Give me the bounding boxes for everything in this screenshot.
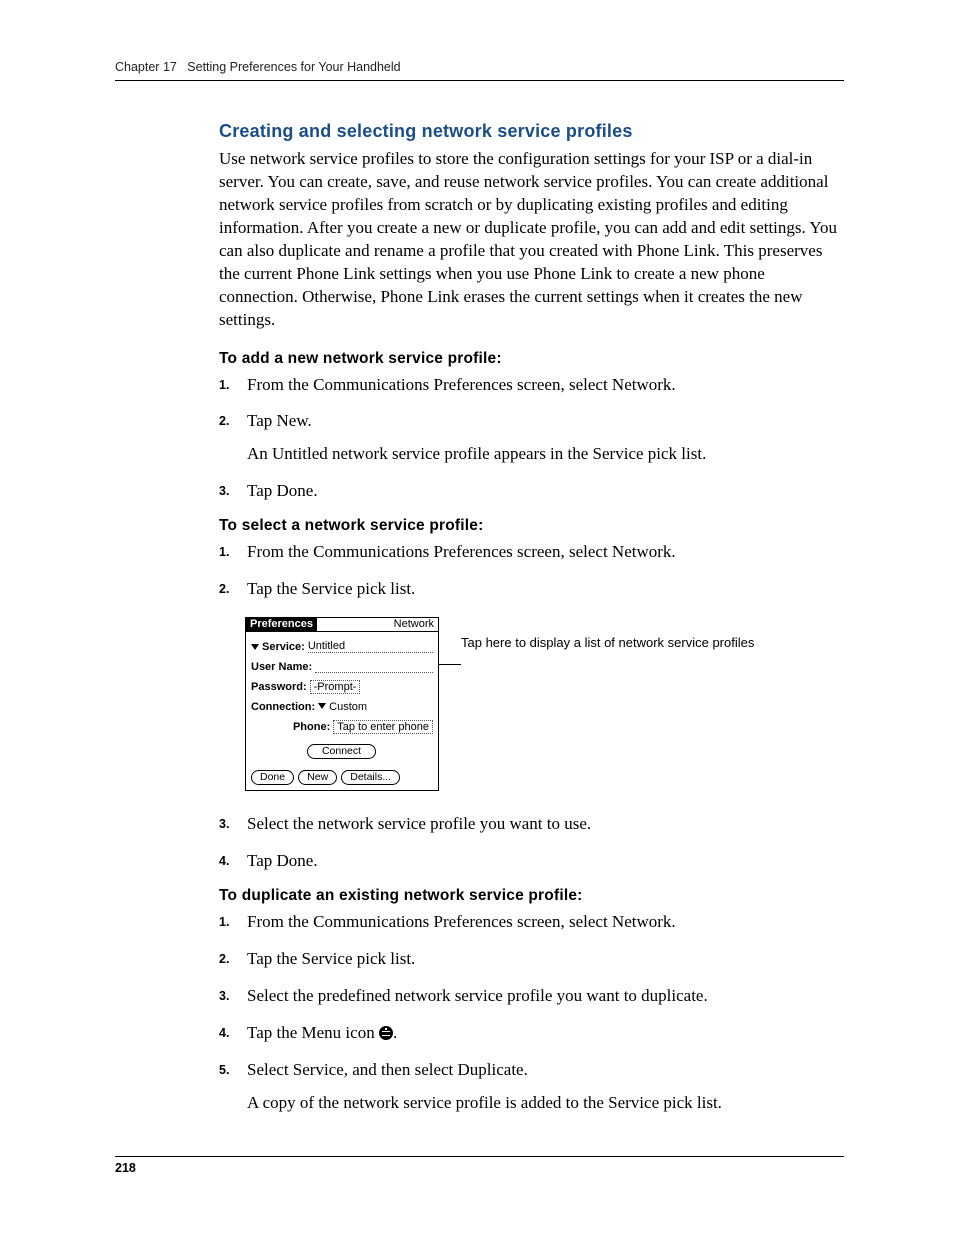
- phone-field[interactable]: Tap to enter phone: [333, 720, 433, 734]
- step-text: From the Communications Preferences scre…: [247, 911, 844, 934]
- step-text: Tap New.: [247, 410, 844, 433]
- proc-add-steps: From the Communications Preferences scre…: [219, 374, 844, 504]
- chapter-label: Chapter 17: [115, 60, 177, 74]
- step-text: Tap Done.: [247, 480, 844, 503]
- dropdown-icon[interactable]: [251, 644, 259, 650]
- callout-line: [439, 664, 461, 665]
- menu-icon: [379, 1026, 393, 1040]
- password-label: Password:: [251, 682, 307, 693]
- step-text: Tap Done.: [247, 850, 844, 873]
- running-header: Chapter 17 Setting Preferences for Your …: [115, 60, 844, 80]
- connect-button[interactable]: Connect: [307, 744, 376, 759]
- palm-screenshot: Preferences Network Service: Untitled Us…: [245, 617, 439, 791]
- step-subtext: An Untitled network service profile appe…: [247, 443, 844, 466]
- proc-add-heading: To add a new network service profile:: [219, 350, 844, 368]
- proc-select-steps: From the Communications Preferences scre…: [219, 541, 844, 601]
- step-text: Select the predefined network service pr…: [247, 985, 844, 1008]
- section-intro: Use network service profiles to store th…: [219, 148, 844, 332]
- header-rule: [115, 80, 844, 81]
- step-text: Tap the Service pick list.: [247, 578, 844, 601]
- step-text: From the Communications Preferences scre…: [247, 541, 844, 564]
- step-subtext: A copy of the network service profile is…: [247, 1092, 844, 1115]
- step-text: Tap the Service pick list.: [247, 948, 844, 971]
- screenshot-row: Preferences Network Service: Untitled Us…: [245, 617, 844, 791]
- proc-dup-heading: To duplicate an existing network service…: [219, 887, 844, 905]
- step-text: From the Communications Preferences scre…: [247, 374, 844, 397]
- step-text: Tap the Menu icon .: [247, 1022, 844, 1045]
- service-label: Service:: [262, 642, 305, 653]
- service-value[interactable]: Untitled: [308, 640, 345, 652]
- proc-select-steps-b: Select the network service profile you w…: [219, 813, 844, 873]
- callout-text: Tap here to display a list of network se…: [461, 635, 754, 652]
- dropdown-icon[interactable]: [318, 703, 326, 709]
- palm-title-right[interactable]: Network: [390, 618, 438, 632]
- username-label: User Name:: [251, 662, 312, 673]
- details-button[interactable]: Details...: [341, 770, 400, 785]
- section-heading: Creating and selecting network service p…: [219, 121, 844, 142]
- done-button[interactable]: Done: [251, 770, 294, 785]
- connection-value[interactable]: Custom: [329, 701, 367, 713]
- proc-select-heading: To select a network service profile:: [219, 517, 844, 535]
- username-field[interactable]: [315, 661, 433, 673]
- new-button[interactable]: New: [298, 770, 337, 785]
- page-number: 218: [115, 1156, 844, 1175]
- phone-label: Phone:: [293, 722, 330, 733]
- chapter-title: Setting Preferences for Your Handheld: [187, 60, 400, 74]
- password-field[interactable]: -Prompt-: [310, 680, 361, 694]
- proc-dup-steps: From the Communications Preferences scre…: [219, 911, 844, 1115]
- step-text: Select the network service profile you w…: [247, 813, 844, 836]
- step-text: Select Service, and then select Duplicat…: [247, 1059, 844, 1082]
- connection-label: Connection:: [251, 702, 315, 713]
- palm-title-left: Preferences: [246, 618, 317, 632]
